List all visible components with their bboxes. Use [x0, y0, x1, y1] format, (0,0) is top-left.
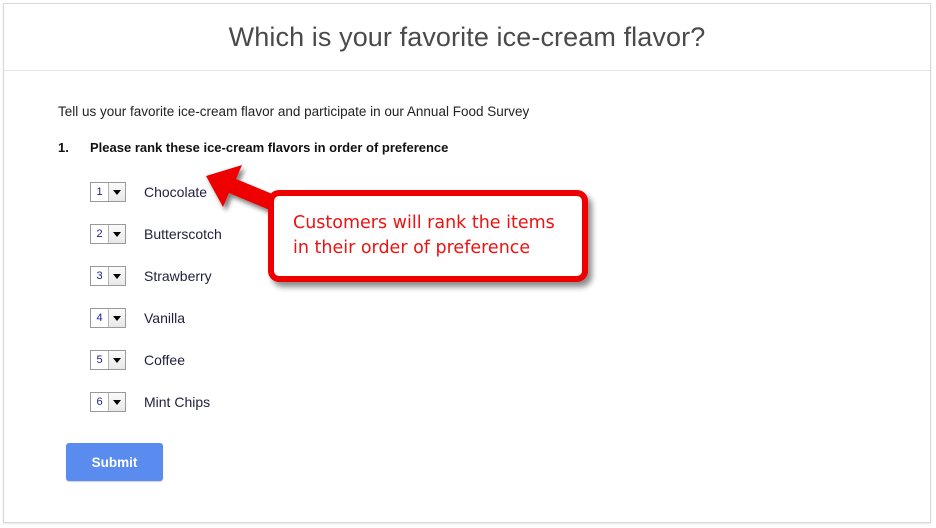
rank-row: 6 Mint Chips [90, 381, 930, 423]
rank-item-label: Coffee [144, 352, 185, 368]
rank-select-vanilla[interactable]: 4 [90, 308, 126, 328]
rank-item-label: Chocolate [144, 184, 208, 200]
rank-select-coffee[interactable]: 5 [90, 350, 126, 370]
chevron-down-icon[interactable] [108, 393, 125, 411]
rank-select-value: 4 [96, 311, 103, 324]
chevron-down-icon[interactable] [108, 225, 125, 243]
annotation-line-2: in their order of preference [293, 238, 531, 258]
rank-select-value: 1 [96, 185, 103, 198]
rank-row: 5 Coffee [90, 339, 930, 381]
submit-button[interactable]: Submit [66, 443, 163, 481]
rank-item-label: Strawberry [144, 268, 212, 284]
rank-select-chocolate[interactable]: 1 [90, 182, 126, 202]
page-title: Which is your favorite ice-cream flavor? [228, 21, 706, 52]
rank-item-label: Mint Chips [144, 394, 211, 410]
question-block: 1. Please rank these ice-cream flavors i… [58, 139, 930, 155]
annotation-line-1: Customers will rank the items [293, 213, 555, 234]
form-header: Which is your favorite ice-cream flavor? [4, 4, 930, 71]
form-description: Tell us your favorite ice-cream flavor a… [58, 104, 530, 119]
rank-row: 4 Vanilla [90, 297, 930, 339]
rank-select-strawberry[interactable]: 3 [90, 266, 126, 286]
rank-select-mint-chips[interactable]: 6 [90, 392, 126, 412]
chevron-down-icon[interactable] [108, 309, 125, 327]
question-number: 1. [58, 140, 69, 155]
chevron-down-icon[interactable] [108, 267, 125, 285]
chevron-down-icon[interactable] [108, 351, 125, 369]
rank-select-butterscotch[interactable]: 2 [90, 224, 126, 244]
annotation-text: Customers will rank the items in their o… [293, 211, 555, 261]
question-title: Please rank these ice-cream flavors in o… [90, 140, 449, 155]
rank-select-value: 2 [96, 227, 103, 240]
chevron-down-icon[interactable] [108, 183, 125, 201]
rank-item-label: Butterscotch [144, 226, 222, 242]
rank-select-value: 3 [96, 269, 103, 282]
rank-select-value: 6 [96, 395, 103, 408]
rank-item-label: Vanilla [144, 310, 185, 326]
annotation-callout: Customers will rank the items in their o… [268, 190, 588, 282]
rank-select-value: 5 [96, 353, 103, 366]
